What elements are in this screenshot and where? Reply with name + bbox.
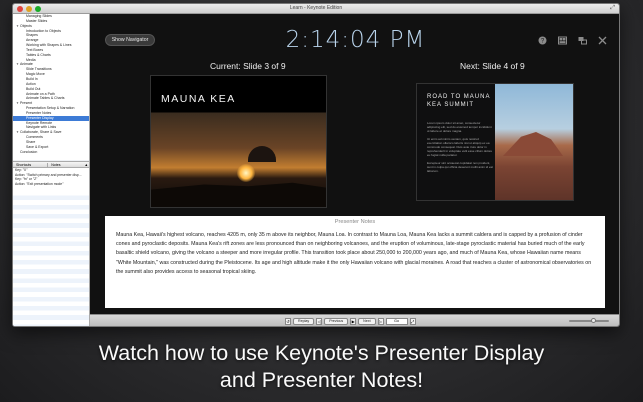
outline-item-label: Shapes (26, 33, 38, 38)
outline-item-label: Conclusion (20, 149, 38, 154)
current-slide-preview: MAUNA KEA (150, 75, 327, 208)
shortcut-rows: Key: "X" Action: "Switch primary and pres… (13, 168, 89, 187)
shortcut-row[interactable]: Action: "Exit presentation mode" (13, 182, 89, 187)
outline-item[interactable]: Conclusion (13, 149, 89, 155)
sunset-sun (237, 164, 255, 182)
window-title: Learn - Keynote Edition (289, 5, 343, 11)
sort-arrow-icon[interactable]: ▲ (81, 163, 89, 167)
current-slide-label: Current: Slide 3 of 9 (210, 61, 286, 71)
notes-column-header[interactable]: Notes (47, 162, 61, 167)
outline-item-label: Comments (26, 135, 43, 140)
volume-slider[interactable] (569, 318, 609, 323)
shortcut-table-header: Shortcuts Notes ▲ (13, 161, 89, 168)
outline-item-label: Keynote Remote (26, 120, 53, 125)
outline-item-label: Animate (20, 62, 33, 67)
volume-slider-knob[interactable] (591, 318, 596, 323)
next-slide-title-line-2: KEA SUMMIT (427, 101, 475, 108)
playback-controls: ↺ Replay ◁ Previous ▶ Next ▷ Go ⤢ (90, 314, 619, 326)
next-slide-title-line-1: ROAD TO MAUNA (427, 94, 491, 100)
next-slide-label: Next: Slide 4 of 9 (460, 61, 525, 71)
promo-caption: Watch how to use Keynote's Presenter Dis… (0, 340, 643, 394)
presenter-notes-panel[interactable]: Presenter Notes Mauna Kea, Hawaii's high… (105, 216, 605, 308)
help-icon[interactable]: ? (538, 36, 547, 45)
shortcut-table: Shortcuts Notes ▲ Key: "X" Action: "Switc… (13, 161, 89, 326)
sidebar: Managing Slides Master Slides ▼Objects Intr… (13, 14, 90, 326)
presenter-display: Show Navigator 2:14:04 PM ? Current: Sli… (90, 14, 619, 314)
outline-item-label: Working with Shapes & Lines (26, 43, 72, 48)
empty-rows (13, 191, 89, 326)
outline-item-label: Present (20, 101, 33, 106)
replay-icon[interactable]: ↺ (285, 318, 291, 325)
outline-item-label: Slide Transitions (26, 67, 52, 72)
next-slide-bullets: Lorem ipsum dolor sit amet, consectetur … (427, 121, 493, 177)
title-bar: Learn - Keynote Edition ⤢ (13, 4, 619, 14)
app-window: Learn - Keynote Edition ⤢ Managing Slide… (12, 3, 620, 327)
outline-item-label: Presenter Notes (26, 110, 52, 115)
next-slide-title: ROAD TO MAUNA KEA SUMMIT (427, 94, 490, 109)
outline-item-label: Objects (20, 23, 32, 28)
presenter-toolbar: ? (538, 36, 607, 45)
outline-item-label: Animate on a Path (26, 91, 55, 96)
outline-item-label: Introduction to Objects (26, 28, 62, 33)
outline-item-label: Animate Tables & Charts (26, 96, 65, 101)
outline-item-label: Text Boxes (26, 47, 44, 52)
bullet-item: Ut enim ad minim veniam, quis nostrud ex… (427, 137, 493, 157)
outline-item-label: Presentation Setup & Narration (26, 106, 75, 111)
outline-item-label: Tables & Charts (26, 52, 51, 57)
bullet-item: Lorem ipsum dolor sit amet, consectetur … (427, 121, 492, 133)
outline-item-label: Presenter Display (26, 115, 54, 120)
next-button[interactable]: Next (358, 318, 376, 325)
outline-item-label: Action (26, 81, 36, 86)
replay-button[interactable]: Replay (293, 318, 315, 325)
fullscreen-icon[interactable]: ⤢ (610, 5, 615, 12)
shortcuts-column-header[interactable]: Shortcuts (13, 163, 31, 167)
current-slide-title: MAUNA KEA (161, 93, 236, 105)
volcano-cone (503, 132, 563, 156)
play-icon[interactable]: ▶ (350, 318, 357, 325)
previous-button[interactable]: Previous (324, 318, 349, 325)
outline-item-label: Build In (26, 76, 38, 81)
outline-item-label: Build Out (26, 86, 41, 91)
caption-line-2: and Presenter Notes! (219, 368, 424, 392)
next-icon[interactable]: ▷ (377, 318, 384, 325)
mountain-ridge (151, 182, 326, 207)
outline-item-label: Media (26, 57, 36, 62)
expand-icon[interactable]: ⤢ (409, 318, 416, 325)
caption-line-1: Watch how to use Keynote's Presenter Dis… (98, 341, 545, 365)
lesson-outline: Managing Slides Master Slides ▼Objects Intr… (13, 14, 89, 160)
outline-item-label: Arrange (26, 38, 39, 43)
close-icon[interactable] (598, 36, 607, 45)
previous-icon[interactable]: ◁ (316, 318, 323, 325)
layout-icon[interactable] (558, 36, 567, 45)
outline-item-label: Navigate with Links (26, 125, 57, 130)
go-to-field[interactable]: Go (385, 318, 408, 325)
outline-item-label: Save & Export (26, 144, 49, 149)
bullet-item: Excepteur sint occaecat cupidatat non pr… (427, 161, 493, 173)
display-swap-icon[interactable] (578, 36, 587, 45)
presenter-notes-text[interactable]: Mauna Kea, Hawaii's highest volcano, rea… (105, 225, 605, 277)
next-slide-preview: ROAD TO MAUNA KEA SUMMIT Lorem ipsum dol… (416, 83, 574, 201)
outline-item-label: Collaborate, Share & Save (20, 130, 62, 135)
outline-item-label: Magic Move (26, 72, 45, 77)
volcano-photo (495, 84, 573, 200)
observatory-dome (248, 146, 276, 162)
outline-item-label: Share (26, 139, 36, 144)
outline-item-label: Master Slides (26, 18, 48, 23)
outline-item-label: Managing Slides (26, 14, 52, 18)
